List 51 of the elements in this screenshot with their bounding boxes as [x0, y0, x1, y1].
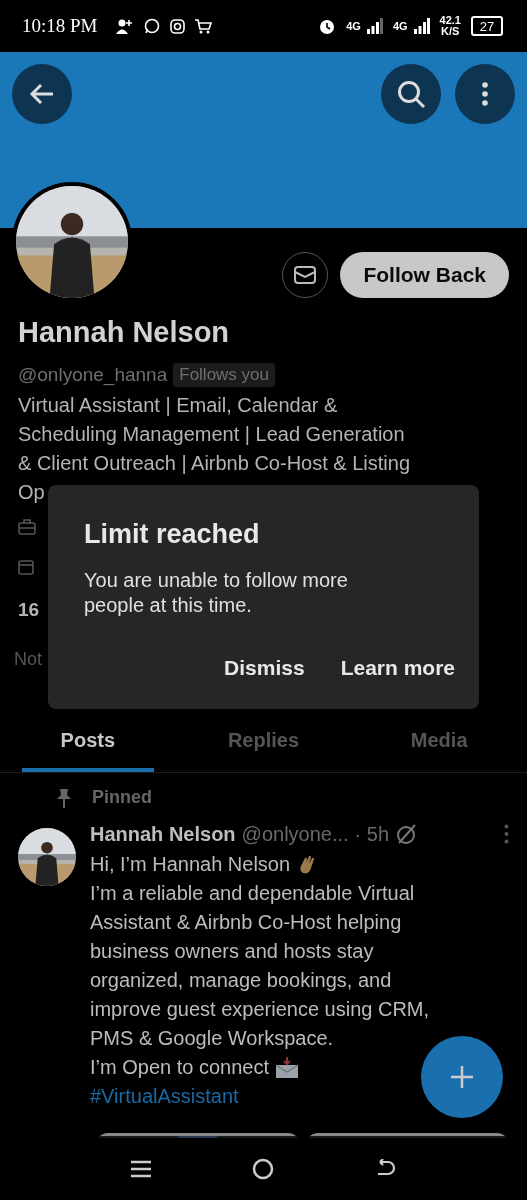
hashtag-link[interactable]: #VirtualAssistant — [90, 1082, 239, 1111]
speed-unit: K/S — [441, 26, 460, 37]
briefcase-icon — [18, 519, 36, 535]
menu-icon — [130, 1160, 151, 1178]
post-author: Hannah Nelson — [90, 822, 236, 846]
post-time: · 5h — [354, 822, 390, 846]
dialog-button[interactable]: Dismiss — [224, 656, 305, 680]
cart-icon — [194, 18, 212, 34]
status-time: 10:18 PM — [22, 15, 98, 37]
signal-icon — [366, 18, 383, 34]
follow-back-button[interactable]: Follow Back — [340, 252, 509, 298]
pin-icon — [56, 787, 72, 808]
post-connect-text: I’m Open to connect — [90, 1055, 269, 1080]
dialog-title: Limit reached — [84, 519, 261, 550]
more-vertical-icon[interactable] — [504, 824, 509, 844]
pinned-label: Pinned — [92, 787, 152, 808]
more-button[interactable] — [455, 64, 515, 124]
alarm-icon — [318, 17, 337, 35]
post-text: I’m a reliable and dependable Virtual Assistant & Airbnb Co-Host helping business owners and hosts stay organized, manage bookings, and improve guest experience using CRM, PMS & Google Workspace. — [90, 881, 431, 1051]
speed-value: 42.1 — [439, 15, 461, 26]
network-label: 4G — [346, 20, 361, 32]
back-arrow-icon — [29, 83, 55, 105]
search-button[interactable] — [381, 64, 441, 124]
following-count: 16 — [17, 599, 41, 621]
profile-handle: @onlyone_hanna — [18, 364, 168, 386]
search-icon — [396, 79, 426, 109]
post-greeting: Hi, I’m Hannah Nelson — [90, 852, 291, 877]
dialog-message: You are unable to follow more people at this time. — [84, 568, 349, 618]
calendar-icon — [18, 559, 34, 575]
follows-you-label: Follows you — [173, 363, 275, 387]
message-button[interactable] — [282, 252, 329, 298]
followers-note: Not — [13, 649, 43, 670]
post-handle: @onlyone... — [241, 822, 349, 846]
circle-icon — [252, 1158, 275, 1180]
person-add-icon — [115, 18, 134, 34]
plus-icon — [450, 1065, 474, 1089]
envelope-icon — [294, 266, 317, 284]
profile-bio: Virtual Assistant | Email, Calendar & Scheduling Management | Lead Generation & Client Outreach | Airbnb Co-Host & Listing Op — [17, 393, 412, 505]
more-vertical-icon — [482, 82, 488, 106]
envelope-arrow-icon — [275, 1056, 299, 1079]
recent-apps-button[interactable] — [130, 1160, 151, 1178]
dialog-button[interactable]: Learn more — [340, 656, 455, 680]
slashed-circle-icon — [395, 823, 418, 845]
chat-icon — [143, 18, 160, 34]
network-label: 4G — [392, 20, 408, 32]
profile-name: Hannah Nelson — [17, 316, 231, 349]
back-button[interactable] — [12, 64, 72, 124]
camera-icon — [169, 18, 185, 34]
signal-icon — [413, 18, 430, 34]
home-button[interactable] — [252, 1158, 275, 1180]
battery-level: 27 — [471, 16, 503, 36]
